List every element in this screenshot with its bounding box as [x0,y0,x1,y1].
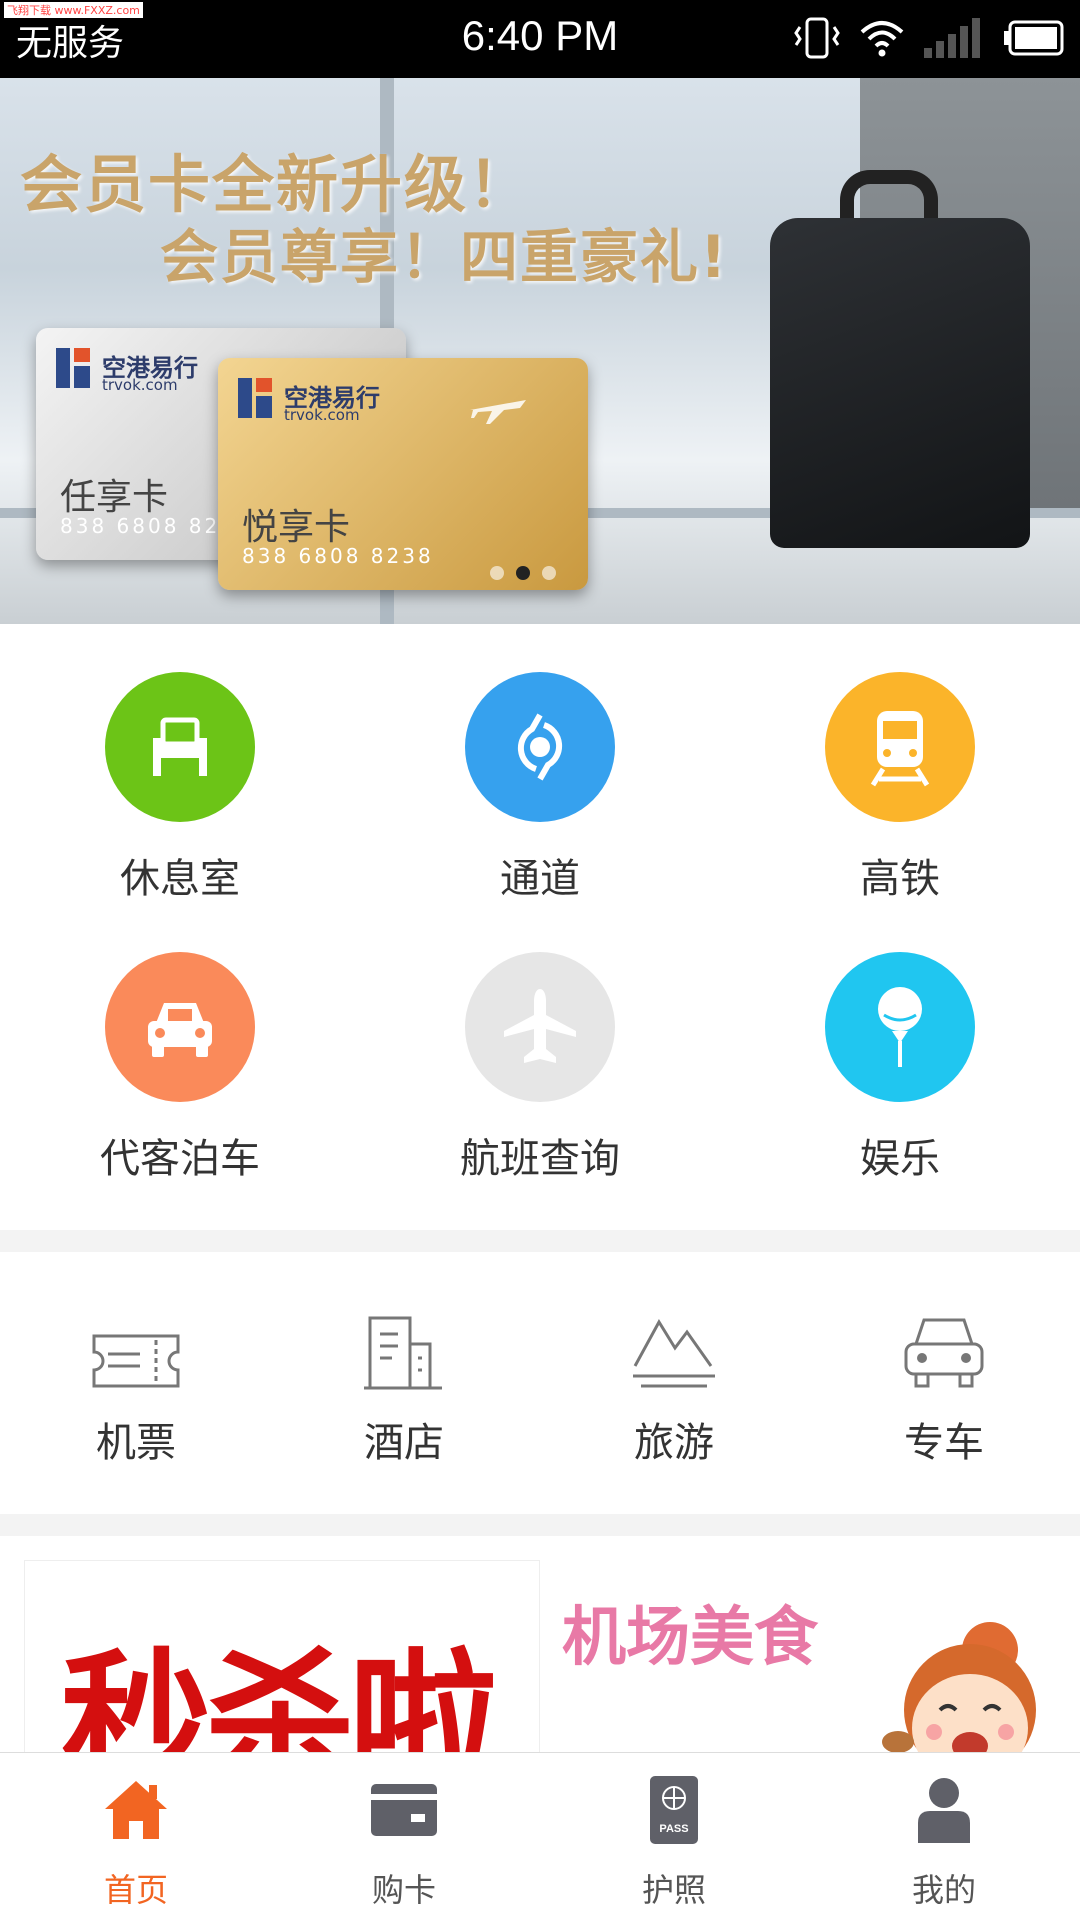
vibrate-icon [794,17,840,59]
ticket-icon [92,1334,180,1388]
brand-logo-icon [238,378,272,418]
tab-label: 护照 [641,1871,706,1909]
service-icon-circle [105,952,255,1102]
status-bar: 飞翔下载 www.FXXZ.com 无服务 6:40 PM [0,0,1080,78]
service-icon-circle [465,952,615,1102]
airport-food-title: 机场美食 [562,1601,818,1675]
passport-icon: PASS [650,1776,698,1844]
tab-buy-card[interactable]: 购卡 [304,1771,504,1911]
travel-private-car[interactable]: 专车 [844,1300,1044,1468]
mountain-icon [633,1319,715,1388]
gate-icon [517,713,563,781]
travel-tourism[interactable]: 旅游 [574,1300,774,1468]
service-icon-circle [465,672,615,822]
section-divider [0,1230,1080,1252]
service-lounge[interactable]: 休息室 [30,672,330,904]
card-site: trvok.com [102,376,178,394]
brand-logo-icon [56,348,90,388]
travel-hotel[interactable]: 酒店 [304,1300,504,1468]
promo-banner[interactable]: 会员卡全新升级！ 会员尊享！四重豪礼! 空港易行 trvok.com 任享卡 8… [0,78,1080,624]
carousel-dot[interactable] [542,566,556,580]
tab-label: 购卡 [371,1871,436,1909]
cartoon-girl-icon [882,1622,1036,1760]
travel-label: 机票 [96,1420,176,1466]
user-icon [918,1778,970,1843]
service-highspeed-rail[interactable]: 高铁 [750,672,1050,904]
service-flight-query[interactable]: 航班查询 [390,952,690,1184]
promo-flash-sale[interactable]: 秒杀啦 [24,1560,540,1762]
service-channel[interactable]: 通道 [390,672,690,904]
briefcase-image [770,218,1030,548]
card-name: 任享卡 [60,477,169,518]
card-number: 838 6808 82 [60,514,221,538]
service-label: 通道 [500,856,580,902]
service-valet-parking[interactable]: 代客泊车 [30,952,330,1184]
status-icons [794,16,1064,60]
travel-label: 旅游 [634,1420,714,1466]
service-icon-circle [825,952,975,1102]
card-name: 悦享卡 [242,507,351,548]
service-label: 休息室 [120,856,240,902]
service-icon-circle [105,672,255,822]
service-label: 娱乐 [860,1136,940,1182]
promo-airport-food[interactable]: 机场美食 [540,1560,1080,1760]
service-entertainment[interactable]: 娱乐 [750,952,1050,1184]
plane-icon [504,989,576,1063]
building-icon [364,1316,442,1390]
signal-icon [924,18,980,58]
wifi-icon [860,21,904,57]
banner-subheadline: 会员尊享！四重豪礼! [160,223,729,291]
car-outline-icon [904,1318,984,1388]
service-label: 代客泊车 [100,1136,260,1182]
card-site: trvok.com [284,406,360,424]
tab-label: 首页 [103,1871,168,1909]
tab-home[interactable]: 首页 [36,1771,236,1911]
travel-label: 专车 [904,1420,984,1466]
carousel-dot-active[interactable] [516,566,530,580]
bottom-tab-bar: 首页 购卡 PASS 护照 我的 [0,1752,1080,1921]
service-icon-circle [825,672,975,822]
service-label: 航班查询 [460,1136,620,1182]
carousel-dot[interactable] [490,566,504,580]
travel-flight-ticket[interactable]: 机票 [36,1300,236,1468]
section-divider [0,1514,1080,1536]
card-number: 838 6808 8238 [242,544,434,568]
car-icon [148,1003,212,1057]
carousel-indicator[interactable] [490,566,556,580]
card-icon [371,1784,437,1836]
lollipop-icon [878,987,922,1067]
flash-sale-text: 秒杀啦 [61,1636,499,1762]
battery-icon [1004,20,1064,56]
train-icon [870,711,930,787]
tab-passport[interactable]: PASS 护照 [574,1771,774,1911]
airplane-decoration-icon [470,400,526,424]
service-label: 高铁 [860,856,940,902]
tab-label: 我的 [911,1871,976,1909]
membership-card-gold: 空港易行 trvok.com 悦享卡 838 6808 8238 [218,358,588,590]
armchair-icon [153,717,207,776]
tab-mine[interactable]: 我的 [844,1771,1044,1911]
home-icon [105,1781,167,1839]
travel-label: 酒店 [364,1420,444,1466]
passport-badge-text: PASS [659,1823,688,1835]
